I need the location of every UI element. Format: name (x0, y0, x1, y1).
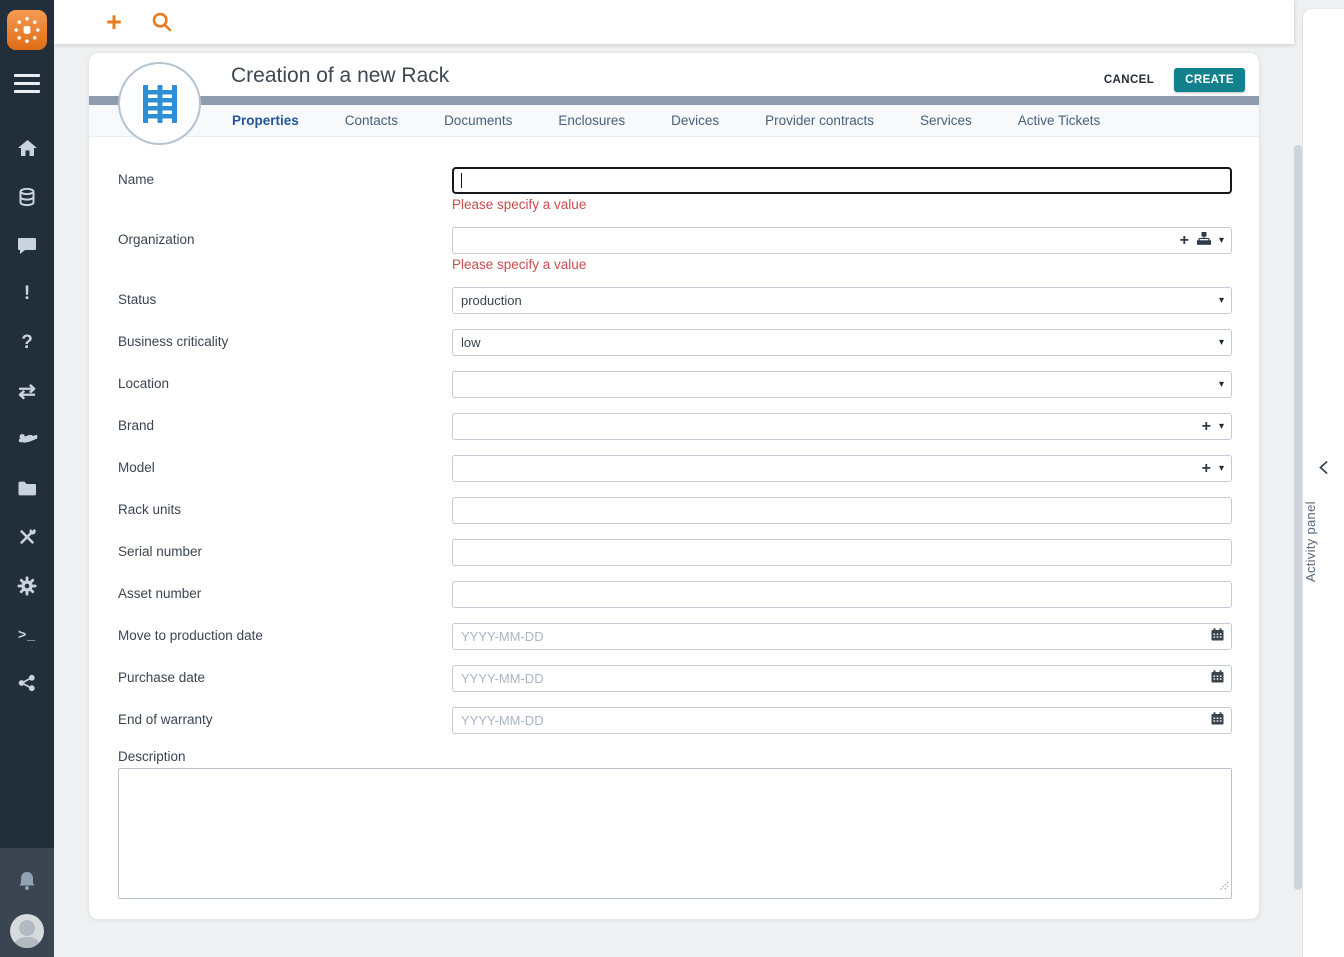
tab-services[interactable]: Services (920, 113, 972, 128)
bell-icon[interactable] (0, 856, 54, 906)
tab-contacts[interactable]: Contacts (345, 113, 398, 128)
object-creation-card: Creation of a new Rack CANCEL CREATE Pro… (88, 52, 1260, 920)
tab-documents[interactable]: Documents (444, 113, 512, 128)
database-icon[interactable] (0, 173, 54, 222)
tab-provider-contracts[interactable]: Provider contracts (765, 113, 874, 128)
end-of-warranty-date-input[interactable] (452, 707, 1232, 734)
header-actions: CANCEL CREATE (1098, 68, 1245, 92)
caret-down-icon[interactable]: ▾ (1219, 235, 1224, 246)
field-label-purchase-date: Purchase date (118, 670, 206, 685)
cancel-button[interactable]: CANCEL (1098, 70, 1160, 90)
caret-down-icon[interactable]: ▾ (1219, 379, 1224, 390)
plus-icon[interactable]: + (1202, 460, 1211, 477)
create-button[interactable]: CREATE (1174, 68, 1245, 92)
field-label-business-criticality: Business criticality (118, 334, 229, 349)
field-label-asset-number: Asset number (118, 586, 202, 601)
transfer-arrows-icon[interactable]: ⇄ (0, 367, 54, 416)
organization-input[interactable] (452, 227, 1232, 254)
tab-properties[interactable]: Properties (232, 113, 299, 128)
plus-icon[interactable]: + (96, 2, 132, 42)
calendar-icon[interactable] (1211, 669, 1224, 688)
page-title: Creation of a new Rack (231, 64, 450, 87)
field-label-move-to-production-date: Move to production date (118, 628, 263, 643)
description-textarea[interactable] (118, 768, 1232, 899)
name-input[interactable] (452, 167, 1232, 194)
location-select[interactable] (452, 371, 1232, 398)
sidebar-nav: ! ? ⇄ >_ (0, 124, 54, 707)
field-label-name: Name (118, 172, 155, 187)
move-to-production-date-input[interactable] (452, 623, 1232, 650)
field-label-organization: Organization (118, 232, 195, 247)
sidebar: ! ? ⇄ >_ (0, 0, 54, 957)
hamburger-icon[interactable] (14, 74, 40, 98)
scrollbar-thumb[interactable] (1294, 145, 1302, 890)
field-label-model: Model (118, 460, 155, 475)
sidebar-footer (0, 848, 54, 957)
caret-down-icon[interactable]: ▾ (1219, 463, 1224, 474)
organization-error: Please specify a value (452, 257, 587, 272)
brand-input[interactable] (452, 413, 1232, 440)
resize-handle-icon[interactable] (1219, 878, 1229, 896)
tab-active-tickets[interactable]: Active Tickets (1018, 113, 1101, 128)
home-icon[interactable] (0, 124, 54, 173)
model-input[interactable] (452, 455, 1232, 482)
question-icon[interactable]: ? (0, 318, 54, 367)
rack-icon (142, 84, 177, 123)
hand-icon[interactable] (0, 416, 54, 465)
search-icon[interactable] (144, 11, 180, 33)
header-band (89, 96, 1259, 105)
share-icon[interactable] (0, 659, 54, 708)
text-cursor (461, 173, 462, 188)
exclamation-icon[interactable]: ! (0, 270, 54, 319)
activity-panel-collapsed[interactable]: Activity panel (1302, 8, 1344, 957)
tab-enclosures[interactable]: Enclosures (558, 113, 625, 128)
description-block: Description (118, 749, 1232, 899)
tab-devices[interactable]: Devices (671, 113, 719, 128)
folder-icon[interactable] (0, 464, 54, 513)
avatar (10, 914, 44, 948)
card-header: Creation of a new Rack CANCEL CREATE (89, 53, 1259, 96)
field-label-description: Description (118, 749, 186, 764)
field-label-end-of-warranty: End of warranty (118, 712, 213, 727)
user-avatar[interactable] (0, 906, 54, 956)
tools-icon[interactable] (0, 513, 54, 562)
field-label-serial-number: Serial number (118, 544, 203, 559)
caret-down-icon[interactable]: ▾ (1219, 337, 1224, 348)
chevron-left-icon[interactable] (1303, 461, 1344, 479)
caret-down-icon[interactable]: ▾ (1219, 295, 1224, 306)
business-criticality-select[interactable]: low (452, 329, 1232, 356)
gear-icon[interactable] (0, 561, 54, 610)
plus-icon[interactable]: + (1180, 232, 1189, 249)
calendar-icon[interactable] (1211, 711, 1224, 730)
hierarchy-icon[interactable] (1196, 231, 1212, 250)
itop-logo[interactable] (7, 10, 47, 50)
field-label-status: Status (118, 292, 157, 307)
name-error: Please specify a value (452, 197, 587, 212)
chat-icon[interactable] (0, 221, 54, 270)
field-label-location: Location (118, 376, 170, 391)
purchase-date-input[interactable] (452, 665, 1232, 692)
status-select[interactable]: production (452, 287, 1232, 314)
rack-units-input[interactable] (452, 497, 1232, 524)
caret-down-icon[interactable]: ▾ (1219, 421, 1224, 432)
asset-number-input[interactable] (452, 581, 1232, 608)
top-toolbar: + (54, 0, 1294, 44)
tab-bar: Properties Contacts Documents Enclosures… (89, 105, 1259, 137)
calendar-icon[interactable] (1211, 627, 1224, 646)
itop-logo-icon (13, 16, 41, 44)
field-label-brand: Brand (118, 418, 155, 433)
activity-panel-label: Activity panel (1303, 501, 1318, 583)
properties-form: Name Please specify a value Organization… (118, 167, 1232, 899)
serial-number-input[interactable] (452, 539, 1232, 566)
terminal-icon[interactable]: >_ (0, 610, 54, 659)
field-label-rack-units: Rack units (118, 502, 182, 517)
object-medallion (118, 62, 201, 145)
plus-icon[interactable]: + (1202, 418, 1211, 435)
